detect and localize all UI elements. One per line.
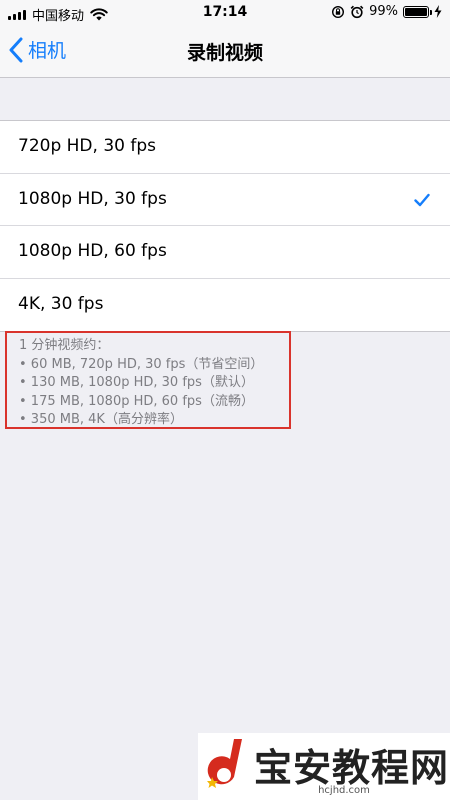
storage-info-line: • 175 MB, 1080p HD, 60 fps（流畅） [19,393,254,409]
option-label: 1080p HD, 30 fps [18,188,167,209]
orientation-lock-icon [332,5,345,18]
alarm-icon [350,5,364,18]
option-label: 720p HD, 30 fps [18,136,156,156]
status-bar: 中国移动 17:14 99% [0,0,450,26]
checkmark-icon [414,193,430,206]
storage-info-box: 1 分钟视频约： • 60 MB, 720p HD, 30 fps（节省空间） … [5,331,291,429]
battery-fill [405,7,427,16]
option-label: 4K, 30 fps [18,293,104,314]
option-4k-30[interactable]: 4K, 30 fps [0,279,450,332]
storage-info-line: • 130 MB, 1080p HD, 30 fps（默认） [19,375,254,390]
battery-icon [403,5,432,18]
storage-info-line: • 350 MB, 4K（高分辨率） [19,412,183,427]
storage-info-line: • 60 MB, 720p HD, 30 fps（节省空间） [19,356,264,372]
watermark: 宝安教程网 hcjhd.com [198,733,450,800]
watermark-url: hcjhd.com [318,785,370,796]
charging-bolt-icon [434,5,442,18]
option-1080p-30[interactable]: 1080p HD, 30 fps [0,174,450,226]
nav-bar: 相机 录制视频 [0,26,450,78]
battery-tip [430,9,432,15]
option-1080p-60[interactable]: 1080p HD, 60 fps [0,226,450,279]
battery-percent: 99% [369,4,398,19]
storage-info-heading: 1 分钟视频约： [19,338,110,353]
watermark-text: 宝安教程网 [254,746,450,790]
option-label: 1080p HD, 60 fps [18,241,167,261]
option-720p-30[interactable]: 720p HD, 30 fps [0,121,450,174]
video-format-list: 720p HD, 30 fps 1080p HD, 30 fps 1080p H… [0,120,450,332]
status-right: 99% [331,4,442,19]
page-title: 录制视频 [186,42,263,64]
